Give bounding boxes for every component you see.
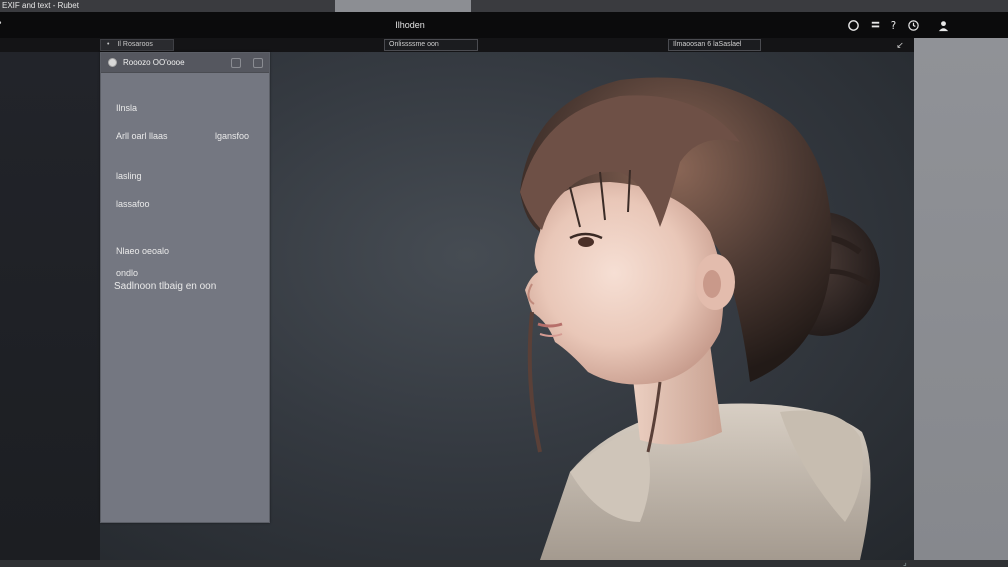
document-tab-label: Il Rosaroos [117, 41, 153, 48]
panel-row-label: Sadlnoon tlbaig en oon [114, 281, 217, 292]
center-field[interactable]: Onlissssme oon [384, 39, 478, 51]
right-field[interactable]: Ilmaoosan 6 laSaslael [668, 39, 761, 51]
history-icon[interactable] [902, 16, 924, 34]
app-window: EXIF and text - Rubet • Ilhoden ? • Il Ro… [0, 0, 1008, 567]
circle-icon[interactable] [842, 16, 864, 34]
help-icon[interactable]: ? [882, 16, 904, 34]
window-title: EXIF and text - Rubet [2, 1, 79, 10]
panel-row-label: Ilnsla [116, 103, 138, 113]
active-tab-indicator[interactable] [335, 0, 471, 12]
toolbar-title: Ilhoden [395, 20, 425, 30]
side-panel: Rooozo OO'oooe Ilnsla Arll oarl llaas lg… [100, 52, 270, 523]
panel-title: Rooozo OO'oooe [123, 58, 185, 67]
panel-status-icon [108, 58, 117, 67]
expand-arrow-icon[interactable]: ↙ [893, 39, 907, 51]
panel-row-label: Nlaeo oeoalo [116, 246, 170, 256]
minimize-icon[interactable] [231, 58, 241, 68]
panel-row-label: ondlo [116, 268, 139, 278]
main-toolbar: • Ilhoden ? [0, 12, 1008, 38]
panel-row-label: lasling [116, 171, 142, 181]
user-icon[interactable] [934, 16, 952, 34]
menu-glyph-icon[interactable]: • [0, 18, 2, 29]
document-tab[interactable]: • Il Rosaroos [100, 39, 174, 51]
tab-bullet-icon: • [107, 41, 110, 48]
right-side-panel [914, 38, 1008, 560]
panel-row-label: lassafoo [116, 199, 150, 209]
panel-row-value[interactable]: lgansfoo [215, 131, 249, 141]
panel-header[interactable]: Rooozo OO'oooe [101, 53, 269, 73]
os-title-strip: EXIF and text - Rubet [0, 0, 1008, 12]
status-bar [0, 560, 1008, 567]
left-margin [0, 52, 100, 560]
secondary-bar: • Il Rosaroos Onlissssme oon Ilmaoosan 6 … [0, 38, 914, 52]
svg-text:?: ? [890, 21, 895, 32]
resize-handle-icon[interactable]: ⌟ [903, 558, 907, 567]
close-icon[interactable] [253, 58, 263, 68]
panel-row-label: Arll oarl llaas [116, 131, 168, 141]
